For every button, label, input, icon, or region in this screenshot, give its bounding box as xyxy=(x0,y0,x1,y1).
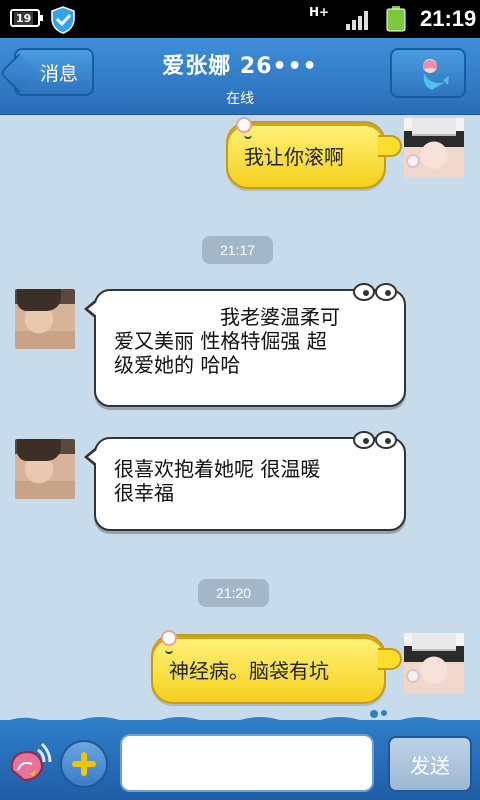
message-input[interactable] xyxy=(120,734,374,792)
my-avatar[interactable] xyxy=(404,118,464,178)
message-bubble-incoming[interactable]: 很喜欢抱着她呢 很温暖 很幸福 xyxy=(84,431,406,531)
battery-icon xyxy=(386,6,406,32)
security-shield-icon xyxy=(51,6,75,34)
message-text: 我让你滚啊 xyxy=(244,144,344,169)
signal-icon xyxy=(346,11,368,30)
add-attachment-button[interactable] xyxy=(60,740,108,788)
message-bubble-outgoing[interactable]: 我让你滚啊 xyxy=(226,117,402,189)
my-avatar[interactable] xyxy=(404,633,464,693)
contact-avatar[interactable] xyxy=(15,289,75,349)
message-bubble-outgoing[interactable]: 神经病。脑袋有坑 xyxy=(151,630,402,704)
message-line: 我老婆温柔可 xyxy=(220,305,340,329)
message-line: 爱又美丽 性格特倔强 超 xyxy=(114,329,327,353)
message-line: 很幸福 xyxy=(114,481,174,505)
status-bar: 19 H+ 21:19 xyxy=(0,0,480,38)
contact-avatar[interactable] xyxy=(15,439,75,499)
timestamp: 21:20 xyxy=(198,579,270,607)
battery-level-text: 19 xyxy=(14,12,34,25)
online-status: 在线 xyxy=(226,91,254,107)
cartoon-eyes-icon xyxy=(353,431,397,449)
send-button[interactable]: 发送 xyxy=(388,736,472,792)
network-type-icon: H+ xyxy=(309,5,330,19)
input-bar: 发送 xyxy=(0,710,480,800)
wave-decoration xyxy=(0,710,480,724)
back-button[interactable]: 消息 xyxy=(14,48,94,96)
cartoon-eyes-icon xyxy=(353,283,397,301)
chat-header: 消息 爱张娜 26••• 在线 xyxy=(0,38,480,115)
timestamp: 21:17 xyxy=(202,236,274,264)
chat-area[interactable]: 我让你滚啊 21:17 我老婆温柔可 爱又美丽 性格特倔强 超 级爱她的 哈哈 … xyxy=(0,115,480,720)
clock: 21:19 xyxy=(420,6,477,31)
battery-level-icon: 19 xyxy=(10,9,43,27)
message-line: 很喜欢抱着她呢 很温暖 xyxy=(114,457,321,481)
back-button-label: 消息 xyxy=(39,62,78,85)
voice-shell-icon[interactable] xyxy=(8,740,52,786)
contact-profile-button[interactable] xyxy=(390,48,466,98)
message-line: 级爱她的 哈哈 xyxy=(114,353,241,377)
mermaid-icon xyxy=(423,59,449,90)
message-text: 神经病。脑袋有坑 xyxy=(169,658,329,683)
message-bubble-incoming[interactable]: 我老婆温柔可 爱又美丽 性格特倔强 超 级爱她的 哈哈 xyxy=(84,283,406,407)
contact-name: 爱张娜 26••• xyxy=(162,54,318,79)
